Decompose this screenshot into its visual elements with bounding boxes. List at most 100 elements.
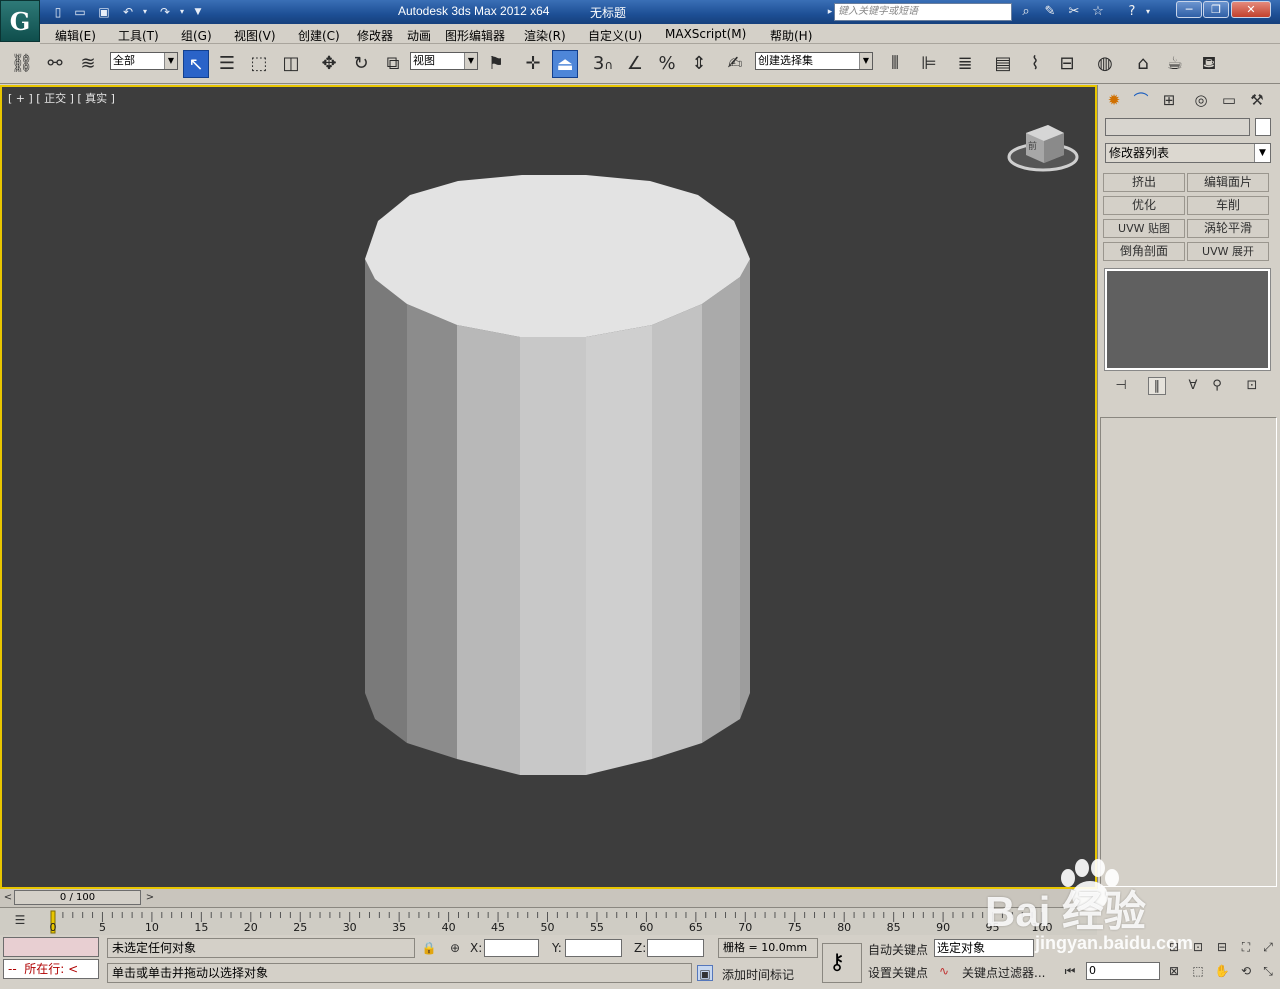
- menu-edit[interactable]: 编辑(E): [55, 27, 96, 44]
- menu-customize[interactable]: 自定义(U): [588, 27, 642, 44]
- time-tag-icon[interactable]: ▣: [697, 965, 713, 981]
- save-icon[interactable]: ▣: [96, 4, 112, 20]
- modify-tab-icon[interactable]: ⌒: [1130, 89, 1152, 111]
- curve-editor-icon[interactable]: ⌇: [1022, 50, 1048, 78]
- modifier-button[interactable]: 优化: [1103, 196, 1185, 215]
- selection-filter-dropdown[interactable]: 全部 ▼: [110, 52, 178, 70]
- time-slider-thumb[interactable]: 0 / 100: [14, 890, 141, 905]
- x-coordinate-field[interactable]: [484, 939, 539, 957]
- current-frame-input[interactable]: 0: [1086, 962, 1160, 980]
- render-production-icon[interactable]: ⛾: [1196, 50, 1222, 78]
- select-and-link-icon[interactable]: ⛓: [9, 50, 35, 78]
- menu-modifiers[interactable]: 修改器: [357, 27, 393, 44]
- select-object-button[interactable]: ↖: [183, 50, 209, 78]
- graphite-ribbon-icon[interactable]: ▤: [990, 50, 1016, 78]
- rectangular-selection-icon[interactable]: ⬚: [246, 50, 272, 78]
- menu-rendering[interactable]: 渲染(R): [524, 27, 566, 44]
- modifier-button[interactable]: 车削: [1187, 196, 1269, 215]
- angle-snap-icon[interactable]: ∠: [622, 50, 648, 78]
- select-by-name-icon[interactable]: ☰: [214, 50, 240, 78]
- key-mode-dropdown[interactable]: 选定对象: [934, 939, 1034, 957]
- select-and-rotate-icon[interactable]: ↻: [348, 50, 374, 78]
- hierarchy-tab-icon[interactable]: ⊞: [1158, 89, 1180, 111]
- menu-views[interactable]: 视图(V): [234, 27, 276, 44]
- zoom-extents-all-icon[interactable]: ⛶: [1238, 939, 1254, 955]
- chevron-right-icon[interactable]: >: [142, 890, 158, 906]
- window-crossing-icon[interactable]: ◫: [278, 50, 304, 78]
- time-slider[interactable]: < 0 / 100 >: [0, 889, 1097, 907]
- pan-view-icon[interactable]: ✋: [1214, 963, 1230, 979]
- undo-icon[interactable]: ↶: [120, 4, 136, 20]
- maximize-button[interactable]: ❐: [1203, 1, 1229, 18]
- keyboard-shortcut-override-button[interactable]: ⏏: [552, 50, 578, 78]
- mini-curve-editor-icon[interactable]: ☰: [12, 912, 28, 928]
- pivot-center-icon[interactable]: ⚑: [483, 50, 509, 78]
- redo-icon[interactable]: ↷: [157, 4, 173, 20]
- display-tab-icon[interactable]: ▭: [1218, 89, 1240, 111]
- undo-dropdown-icon[interactable]: ▾: [140, 4, 150, 20]
- subscription-icon[interactable]: ✎: [1040, 3, 1060, 21]
- snaps-toggle-icon[interactable]: 3∩: [590, 50, 616, 78]
- application-menu-button[interactable]: G: [0, 0, 40, 42]
- select-and-scale-icon[interactable]: ⧉: [380, 50, 406, 78]
- script-status-field[interactable]: -- 所在行: <: [3, 959, 99, 979]
- viewcube[interactable]: 前: [1006, 119, 1080, 178]
- absolute-mode-icon[interactable]: ⊕: [447, 940, 463, 956]
- rendered-frame-window-icon[interactable]: ☕: [1162, 50, 1188, 78]
- modifier-button[interactable]: 挤出: [1103, 173, 1185, 192]
- menu-help[interactable]: 帮助(H): [770, 27, 812, 44]
- menu-animation[interactable]: 动画: [407, 27, 431, 44]
- key-filters-button[interactable]: 关键点过滤器...: [962, 964, 1045, 981]
- add-time-tag[interactable]: 添加时间标记: [722, 966, 794, 983]
- field-of-view-icon[interactable]: ⬚: [1190, 963, 1206, 979]
- modifier-list-dropdown[interactable]: 修改器列表 ▼: [1105, 143, 1271, 163]
- maxscript-listener-input[interactable]: [3, 937, 99, 957]
- y-coordinate-field[interactable]: [565, 939, 622, 957]
- favorites-star-icon[interactable]: ☆: [1088, 3, 1108, 21]
- spinner-snap-icon[interactable]: ⇕: [686, 50, 712, 78]
- binoculars-icon[interactable]: ⌕: [1016, 3, 1036, 21]
- select-and-move-icon[interactable]: ✥: [316, 50, 342, 78]
- material-editor-icon[interactable]: ◍: [1092, 50, 1118, 78]
- zoom-extents-selected-icon[interactable]: ⊟: [1214, 939, 1230, 955]
- object-color-swatch[interactable]: [1255, 118, 1271, 136]
- menu-tools[interactable]: 工具(T): [118, 27, 159, 44]
- track-bar[interactable]: ☰ 0 5 10 15 20 25 30 35 40 45 50 55 60 65 70 75 80 85 90 95…: [0, 907, 1097, 935]
- object-name-field[interactable]: [1105, 118, 1250, 136]
- select-and-manipulate-icon[interactable]: ✛: [520, 50, 546, 78]
- zoom-region-icon[interactable]: ⊠: [1166, 963, 1182, 979]
- orbit-icon[interactable]: ⟲: [1238, 963, 1254, 979]
- show-end-result-icon[interactable]: ∥: [1148, 377, 1166, 395]
- help-icon[interactable]: ?: [1122, 3, 1142, 21]
- pin-stack-icon[interactable]: ⊣: [1112, 377, 1130, 395]
- modifier-button[interactable]: UVW 贴图: [1103, 219, 1185, 238]
- go-to-start-icon[interactable]: ⏮: [1062, 963, 1078, 979]
- menu-group[interactable]: 组(G): [181, 27, 212, 44]
- edit-named-selection-icon[interactable]: ✍: [722, 50, 748, 78]
- unlink-selection-icon[interactable]: ⚯: [42, 50, 68, 78]
- mirror-icon[interactable]: ⫴: [882, 50, 908, 78]
- modifier-button[interactable]: UVW 展开: [1187, 242, 1269, 261]
- configure-modifier-sets-icon[interactable]: ⊡: [1243, 377, 1261, 395]
- reference-coordinate-dropdown[interactable]: 视图 ▼: [410, 52, 478, 70]
- bind-space-warp-icon[interactable]: ≋: [75, 50, 101, 78]
- schematic-view-icon[interactable]: ⊟: [1054, 50, 1080, 78]
- maximize-viewport-icon[interactable]: ⤢: [1260, 939, 1276, 955]
- zoom-all-icon[interactable]: ⊡: [1190, 939, 1206, 955]
- modifier-button[interactable]: 涡轮平滑: [1187, 219, 1269, 238]
- menu-graph-editors[interactable]: 图形编辑器: [445, 27, 505, 44]
- menu-maxscript[interactable]: MAXScript(M): [665, 27, 746, 41]
- menu-create[interactable]: 创建(C): [298, 27, 340, 44]
- lock-icon[interactable]: 🔒: [421, 940, 437, 956]
- align-icon[interactable]: ⊫: [916, 50, 942, 78]
- layer-manager-icon[interactable]: ≣: [952, 50, 978, 78]
- named-selection-dropdown[interactable]: 创建选择集 ▼: [755, 52, 873, 70]
- open-file-icon[interactable]: ▭: [72, 4, 88, 20]
- minimize-button[interactable]: ─: [1176, 1, 1202, 18]
- perspective-viewport[interactable]: [ + ] [ 正交 ] [ 真实 ] 前 z y: [0, 85, 1097, 944]
- key-curve-icon[interactable]: ∿: [936, 963, 952, 979]
- new-file-icon[interactable]: ▯: [50, 4, 66, 20]
- modifier-stack[interactable]: [1104, 268, 1271, 371]
- z-coordinate-field[interactable]: [647, 939, 704, 957]
- communication-center-icon[interactable]: ✂: [1064, 3, 1084, 21]
